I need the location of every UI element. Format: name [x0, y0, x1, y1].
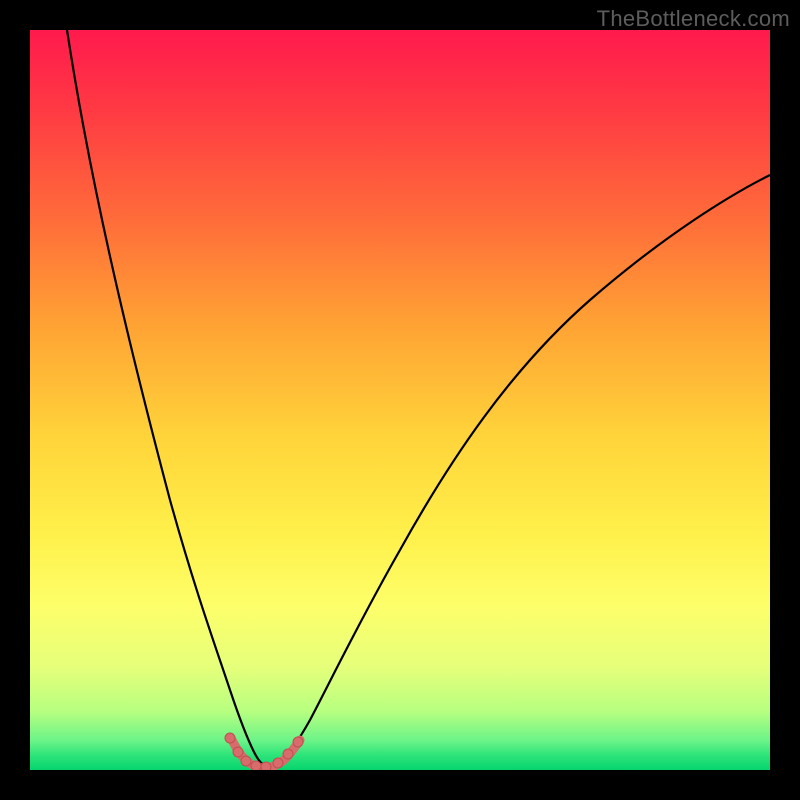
trough-markers: [225, 733, 303, 770]
bottleneck-curve-path: [67, 30, 770, 766]
watermark-label: TheBottleneck.com: [597, 6, 790, 32]
chart-plot-area: [30, 30, 770, 770]
bottleneck-curve-svg: [30, 30, 770, 770]
